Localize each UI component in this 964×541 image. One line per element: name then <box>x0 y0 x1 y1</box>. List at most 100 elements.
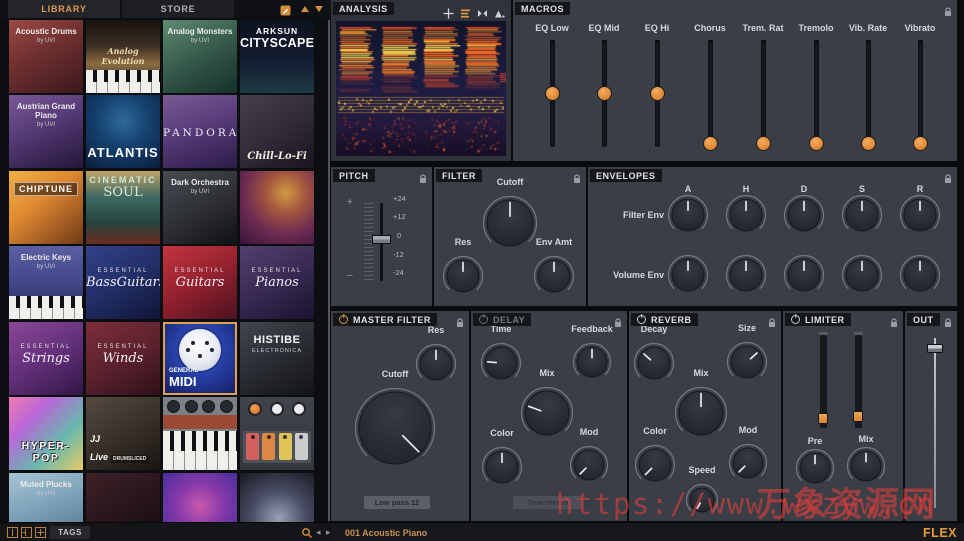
library-tile[interactable]: Chill-Lo-Fi <box>240 95 314 168</box>
vibrato-slider-track[interactable] <box>918 40 923 147</box>
decay-knob[interactable] <box>633 342 675 389</box>
filter-env-h-knob[interactable] <box>725 194 767 241</box>
library-tile[interactable] <box>86 473 160 522</box>
library-tile[interactable]: GENERALMIDI <box>163 322 237 395</box>
peak-icon[interactable] <box>494 6 505 24</box>
lock-icon[interactable] <box>944 4 952 14</box>
library-tile[interactable]: ESSENTIALPianos <box>240 246 314 319</box>
vib-rate-slider[interactable] <box>861 136 876 151</box>
tremolo-slider-track[interactable] <box>814 40 819 147</box>
search-icon[interactable] <box>301 526 313 541</box>
filter-env-d-knob[interactable] <box>783 194 825 241</box>
view-columns-icon[interactable] <box>7 527 18 538</box>
eq-low-slider[interactable] <box>545 86 560 101</box>
view-grid-icon[interactable] <box>35 527 46 538</box>
library-tile[interactable]: Electric Keysby UVI <box>9 246 83 319</box>
next-arrow-icon[interactable]: ▸ <box>326 527 331 538</box>
library-tile[interactable] <box>163 397 237 470</box>
library-tile[interactable]: Analog Evolution <box>86 20 160 93</box>
chorus-slider-track[interactable] <box>708 40 713 147</box>
library-tile[interactable] <box>240 473 314 522</box>
cutoff-knob[interactable] <box>354 387 436 474</box>
library-tile[interactable]: HISTIBEELECTRONICA <box>240 322 314 395</box>
library-tile[interactable] <box>240 171 314 244</box>
power-toggle[interactable] <box>339 315 348 324</box>
library-tile[interactable]: ESSENTIALGuitars <box>163 246 237 319</box>
lock-icon[interactable] <box>456 315 464 325</box>
pitch-fader[interactable] <box>372 235 391 244</box>
env-amt-knob[interactable] <box>533 255 575 302</box>
lock-icon[interactable] <box>419 171 427 181</box>
mix-knob[interactable] <box>846 446 886 491</box>
eq-hi-slider[interactable] <box>650 86 665 101</box>
tags-button[interactable]: TAGS <box>50 526 90 539</box>
edit-icon[interactable] <box>280 3 291 21</box>
fit-icon[interactable] <box>477 6 488 24</box>
trem-rat-slider[interactable] <box>756 136 771 151</box>
menu-icon[interactable] <box>460 6 471 24</box>
prev-arrow-icon[interactable]: ◂ <box>316 527 321 538</box>
library-tile[interactable]: Austrian Grand Pianoby UVI <box>9 95 83 168</box>
eq-mid-slider[interactable] <box>597 86 612 101</box>
pan-icon[interactable] <box>443 6 454 24</box>
filter-mode-button[interactable]: Low pass 12 <box>364 496 430 509</box>
sort-down-icon[interactable] <box>315 6 323 12</box>
tab-library[interactable]: LIBRARY <box>8 0 120 18</box>
library-tile[interactable] <box>240 397 314 470</box>
res-knob[interactable] <box>415 343 457 390</box>
volume-env-h-knob[interactable] <box>725 254 767 301</box>
vib-rate-slider-track[interactable] <box>866 40 871 147</box>
tremolo-slider[interactable] <box>809 136 824 151</box>
volume-env-a-knob[interactable] <box>667 254 709 301</box>
lock-icon[interactable] <box>573 171 581 181</box>
library-tile[interactable] <box>163 473 237 522</box>
tab-store[interactable]: STORE <box>122 0 234 18</box>
limiter-meter-handle[interactable] <box>853 411 863 422</box>
library-tile[interactable]: Analog Monstersby UVI <box>163 20 237 93</box>
library-tile[interactable]: CHIPTUNE <box>9 171 83 244</box>
library-tile[interactable]: ESSENTIALWinds <box>86 322 160 395</box>
out-fader[interactable] <box>927 344 943 353</box>
library-tile[interactable]: Acoustic Drumsby UVI <box>9 20 83 93</box>
library-tile[interactable]: CINEMATICSOUL <box>86 171 160 244</box>
res-knob[interactable] <box>442 255 484 302</box>
library-tile[interactable]: HYPER-POP <box>9 397 83 470</box>
library-tile[interactable]: ESSENTIALStrings <box>9 322 83 395</box>
view-split-icon[interactable] <box>21 527 32 538</box>
mix-knob[interactable] <box>520 386 574 445</box>
color-knob[interactable] <box>481 446 523 493</box>
vibrato-slider[interactable] <box>913 136 928 151</box>
filter-env-s-knob[interactable] <box>841 194 883 241</box>
mod-knob[interactable] <box>728 443 768 488</box>
limiter-meter-handle[interactable] <box>818 413 828 424</box>
time-knob[interactable] <box>480 342 522 389</box>
filter-env-r-knob[interactable] <box>899 194 941 241</box>
power-toggle[interactable] <box>637 315 646 324</box>
volume-env-r-knob[interactable] <box>899 254 941 301</box>
volume-env-s-knob[interactable] <box>841 254 883 301</box>
library-scrollbar[interactable] <box>328 20 330 521</box>
library-tile[interactable]: ESSENTIALBassGuitars <box>86 246 160 319</box>
power-toggle[interactable] <box>791 315 800 324</box>
mix-knob[interactable] <box>674 386 728 445</box>
lock-icon[interactable] <box>768 315 776 325</box>
lock-icon[interactable] <box>944 315 952 325</box>
feedback-knob[interactable] <box>572 342 612 387</box>
chorus-slider[interactable] <box>703 136 718 151</box>
power-toggle[interactable] <box>479 315 488 324</box>
sort-up-icon[interactable] <box>301 6 309 12</box>
lock-icon[interactable] <box>890 315 898 325</box>
color-knob[interactable] <box>634 444 676 491</box>
library-tile[interactable]: Muted Plucksby UVI <box>9 473 83 522</box>
pre-knob[interactable] <box>795 448 835 493</box>
size-knob[interactable] <box>726 341 768 388</box>
library-tile[interactable]: Dark Orchestraby UVI <box>163 171 237 244</box>
speed-knob[interactable] <box>685 483 719 522</box>
current-preset-name[interactable]: 001 Acoustic Piano <box>345 528 427 538</box>
out-fader-track[interactable] <box>934 338 936 508</box>
lock-icon[interactable] <box>614 315 622 325</box>
filter-env-a-knob[interactable] <box>667 194 709 241</box>
cutoff-knob[interactable] <box>482 195 538 256</box>
library-tile[interactable]: JJ LiveDRUMSLICED <box>86 397 160 470</box>
delay-mode-button[interactable]: True stereo <box>513 496 583 509</box>
